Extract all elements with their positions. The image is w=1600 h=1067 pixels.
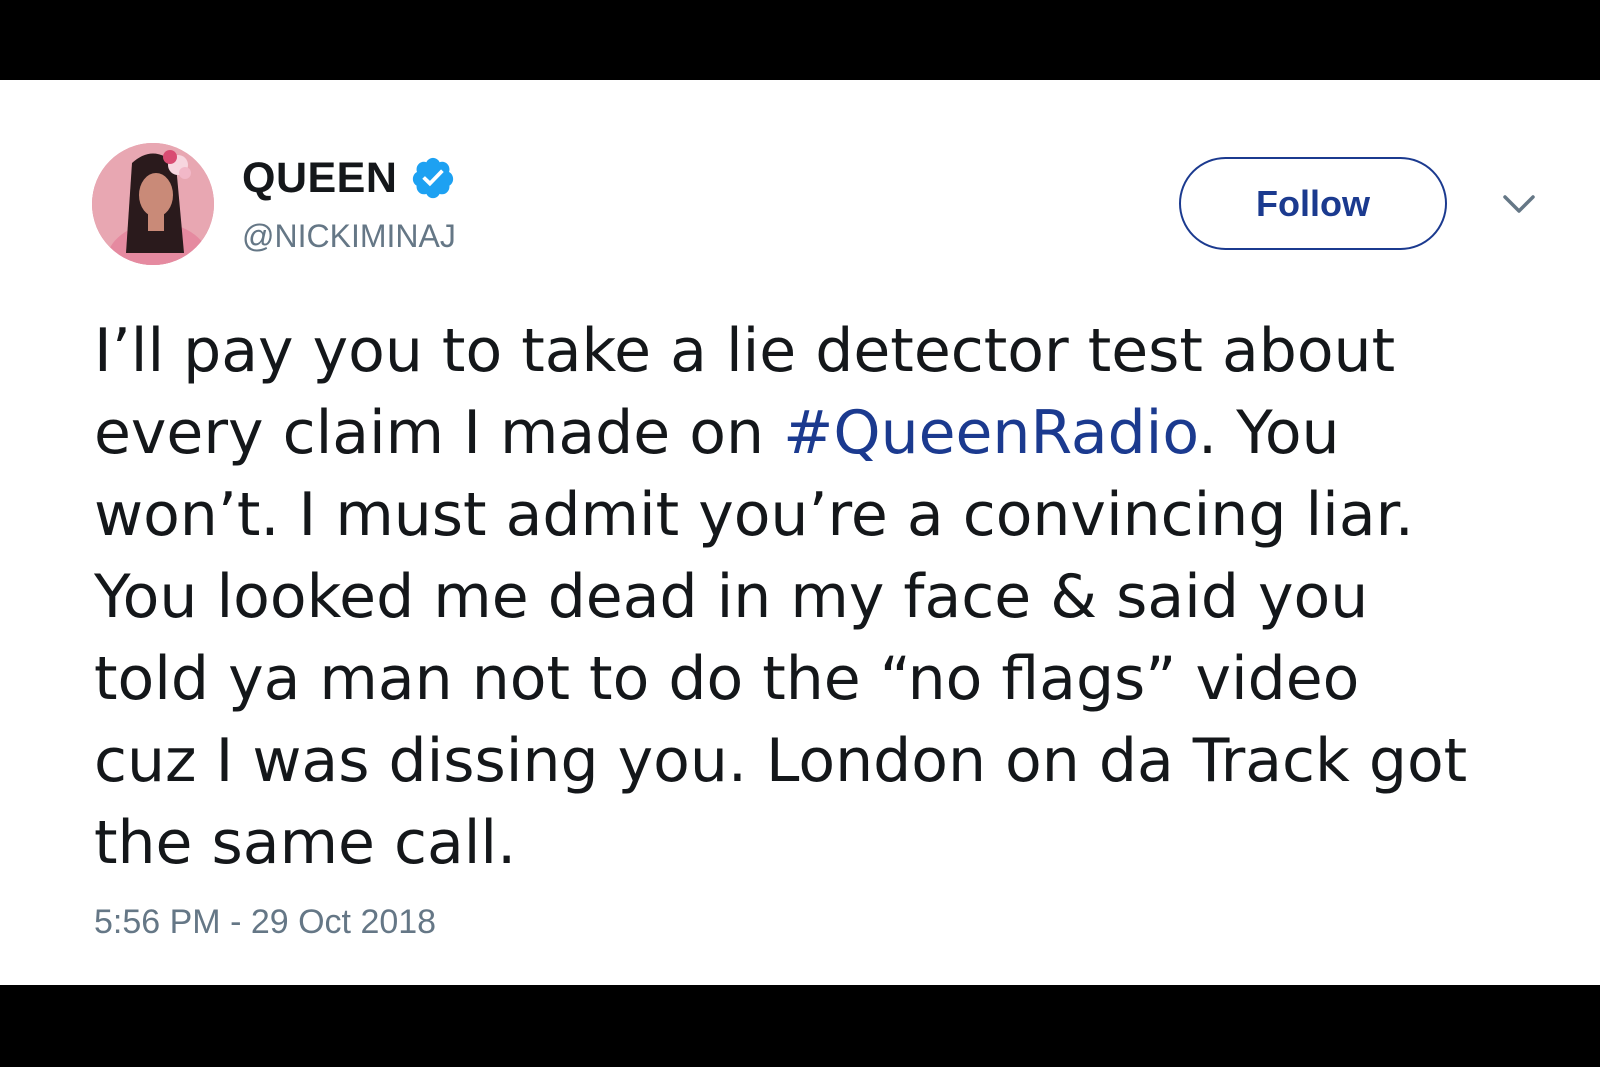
verified-badge-icon <box>412 157 454 199</box>
tweet-text-segment: . You <box>1198 398 1340 468</box>
tweet-timestamp[interactable]: 5:56 PM - 29 Oct 2018 <box>94 903 436 942</box>
tweet-text: I’ll pay you to take a lie detector test… <box>94 310 1554 884</box>
tweet-text-line: You looked me dead in my face & said you <box>94 562 1369 632</box>
tweet-text-line: I’ll pay you to take a lie detector test… <box>94 316 1396 386</box>
avatar-photo <box>92 143 214 265</box>
tweet-text-line: told ya man not to do the “no flags” vid… <box>94 644 1360 714</box>
hashtag-link[interactable]: #QueenRadio <box>783 398 1198 468</box>
user-handle[interactable]: @NICKIMINAJ <box>242 218 456 255</box>
display-name[interactable]: QUEEN <box>242 154 397 203</box>
tweet-card: QUEEN @NICKIMINAJ Follow I’ll pay you to… <box>0 80 1600 985</box>
chevron-down-icon[interactable] <box>1502 193 1536 215</box>
tweet-text-line: cuz I was dissing you. London on da Trac… <box>94 726 1468 796</box>
tweet-text-segment: every claim I made on <box>94 398 784 468</box>
tweet-text-line: every claim I made on #QueenRadio. You <box>94 392 1554 474</box>
tweet-text-line: won’t. I must admit you’re a convincing … <box>94 480 1414 550</box>
tweet-text-line: the same call. <box>94 808 517 878</box>
follow-button[interactable]: Follow <box>1179 157 1447 250</box>
avatar[interactable] <box>92 143 214 265</box>
